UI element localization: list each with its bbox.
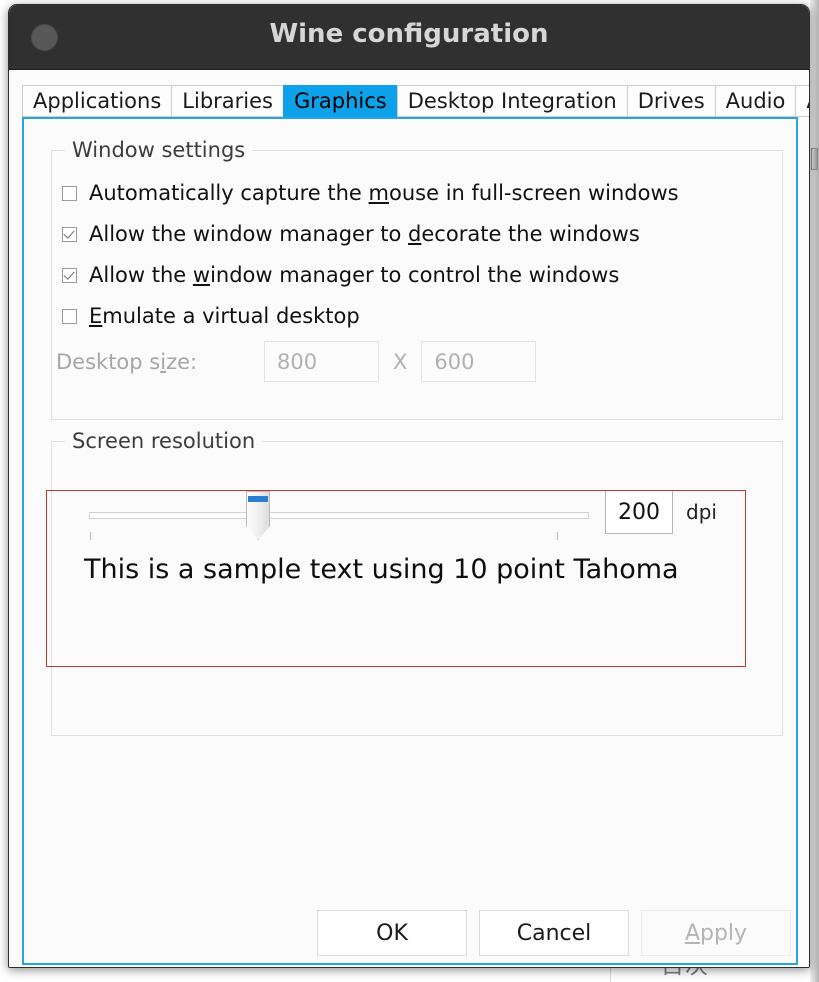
slider-thumb[interactable] — [246, 491, 270, 540]
desktop-size-label: Desktop size: — [56, 349, 198, 374]
checkbox-box[interactable] — [62, 267, 77, 283]
desktop-size-row: Desktop size: 800 X 600 — [56, 341, 537, 382]
tab-about[interactable]: About — [795, 85, 809, 117]
checkbox-wm-control[interactable]: Allow the window manager to control the … — [62, 263, 619, 287]
tab-drives[interactable]: Drives — [626, 85, 715, 117]
graphics-tab-page: Window settings Automatically capture th… — [22, 117, 798, 965]
checkbox-label: Emulate a virtual desktop — [89, 304, 360, 328]
checkbox-box[interactable] — [62, 185, 77, 201]
checkbox-emulate-virtual-desktop[interactable]: Emulate a virtual desktop — [62, 304, 360, 328]
dialog-button-bar: OK Cancel Apply — [9, 910, 809, 956]
wine-configuration-window: Wine configuration Applications Librarie… — [8, 4, 810, 968]
scrollbar-thumb[interactable] — [811, 148, 818, 170]
tab-bar: Applications Libraries Graphics Desktop … — [22, 85, 809, 117]
desktop-size-separator: X — [393, 349, 408, 374]
desktop-width-input[interactable]: 800 — [264, 341, 379, 382]
window-title: Wine configuration — [269, 19, 549, 49]
window-settings-title: Window settings — [65, 138, 253, 162]
ok-button[interactable]: OK — [317, 910, 467, 956]
screen-resolution-group: Screen resolution 200 dpi This is a samp… — [51, 429, 783, 736]
dpi-unit-label: dpi — [686, 500, 717, 524]
slider-tick-min — [90, 532, 91, 540]
tab-desktop-integration[interactable]: Desktop Integration — [396, 85, 627, 117]
checkbox-box[interactable] — [62, 308, 77, 324]
font-sample-text: This is a sample text using 10 point Tah… — [84, 554, 679, 585]
apply-button-rest: pply — [700, 920, 748, 946]
checkbox-label: Allow the window manager to decorate the… — [89, 222, 640, 246]
tab-libraries[interactable]: Libraries — [171, 85, 283, 117]
dialog-client-area: Applications Libraries Graphics Desktop … — [9, 70, 809, 967]
cancel-button[interactable]: Cancel — [479, 910, 629, 956]
screen-resolution-title: Screen resolution — [65, 429, 263, 453]
tab-applications[interactable]: Applications — [22, 85, 172, 117]
dpi-slider[interactable] — [79, 487, 601, 555]
titlebar[interactable]: Wine configuration — [9, 5, 809, 70]
dpi-input[interactable]: 200 — [605, 490, 673, 534]
right-edge-scrollbar[interactable] — [810, 0, 819, 982]
slider-thumb-accent — [248, 496, 268, 502]
checkbox-wm-decorate[interactable]: Allow the window manager to decorate the… — [62, 222, 640, 246]
apply-button[interactable]: Apply — [641, 910, 791, 956]
checkbox-auto-capture-mouse[interactable]: Automatically capture the mouse in full-… — [62, 181, 679, 205]
checkbox-label: Allow the window manager to control the … — [89, 263, 620, 287]
tab-audio[interactable]: Audio — [714, 85, 796, 117]
slider-track[interactable] — [89, 512, 589, 519]
checkbox-label: Automatically capture the mouse in full-… — [89, 181, 679, 205]
checkbox-box[interactable] — [62, 226, 77, 242]
slider-tick-max — [557, 532, 558, 540]
desktop-height-input[interactable]: 600 — [421, 341, 537, 382]
tab-graphics[interactable]: Graphics — [282, 85, 397, 117]
